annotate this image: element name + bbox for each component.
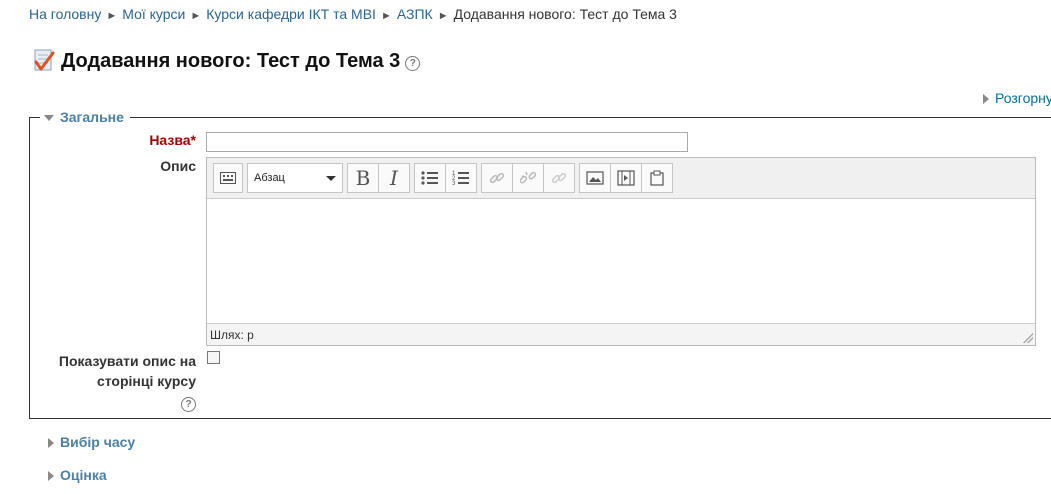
link-button[interactable]: [481, 163, 513, 193]
breadcrumb-current: Додавання нового: Тест до Тема 3: [453, 6, 677, 22]
breadcrumb: На головну ► Мої курси ► Курси кафедри ІКТ т…: [29, 6, 677, 22]
breadcrumb-separator: ►: [190, 10, 202, 22]
name-label-text: Назва: [149, 132, 191, 148]
breadcrumb-my-courses[interactable]: Мої курси: [122, 6, 185, 22]
format-select-value: Абзац: [254, 172, 285, 184]
ordered-list-button[interactable]: 123: [445, 163, 477, 193]
insert-media-button[interactable]: [610, 163, 642, 193]
general-legend[interactable]: Загальне: [40, 109, 130, 125]
unlink-icon: [520, 171, 536, 184]
film-icon: [617, 170, 635, 186]
section-timing[interactable]: Вибір часу: [48, 434, 135, 450]
numbered-list-icon: 123: [452, 171, 469, 186]
show-description-label: Показувати опис на сторінці курсу ?: [40, 351, 196, 412]
bullet-list-icon: [421, 171, 438, 185]
quiz-icon: [33, 47, 55, 76]
editor-toolbar: Абзац B I 123: [207, 158, 1035, 199]
insert-image-button[interactable]: [579, 163, 611, 193]
show-description-checkbox[interactable]: [207, 351, 220, 364]
section-timing-label: Вибір часу: [60, 434, 136, 450]
description-editor: Абзац B I 123 Шлях: p: [206, 157, 1036, 346]
name-label: Назва*: [140, 132, 196, 148]
chevron-down-icon: [326, 175, 336, 181]
help-icon[interactable]: ?: [405, 56, 421, 71]
clipboard-icon: [650, 170, 664, 186]
show-description-label-line2: сторінці курсу: [96, 373, 196, 389]
breadcrumb-course[interactable]: АЗПК: [397, 6, 433, 22]
editor-path: Шлях: p: [210, 328, 254, 342]
manage-files-button[interactable]: [641, 163, 673, 193]
bold-button[interactable]: B: [347, 163, 379, 193]
description-label: Опис: [160, 158, 196, 174]
bold-icon: B: [355, 166, 371, 190]
format-select[interactable]: Абзац: [247, 163, 343, 193]
breadcrumb-separator: ►: [380, 10, 392, 22]
breadcrumb-separator: ►: [106, 10, 118, 22]
general-legend-label: Загальне: [60, 109, 124, 125]
italic-button[interactable]: I: [378, 163, 410, 193]
unordered-list-button[interactable]: [414, 163, 446, 193]
italic-icon: I: [390, 166, 398, 190]
expand-all-label: Розгорну: [995, 90, 1051, 106]
image-icon: [586, 171, 604, 185]
help-icon[interactable]: ?: [181, 397, 196, 412]
keyboard-icon: [220, 172, 236, 184]
link-icon: [489, 172, 505, 184]
expand-arrow-icon: [48, 471, 54, 482]
breadcrumb-department-courses[interactable]: Курси кафедри ІКТ та МВІ: [206, 6, 376, 22]
collapse-arrow-icon: [44, 115, 54, 122]
unlink-button[interactable]: [512, 163, 544, 193]
page-title: Додавання нового: Тест до Тема 3: [61, 50, 401, 72]
expand-arrow-icon: [983, 94, 989, 105]
show-description-label-line1: Показувати опис на: [58, 353, 196, 369]
expand-all-link[interactable]: Розгорну: [983, 90, 1051, 106]
required-mark: *: [190, 132, 196, 148]
svg-text:3: 3: [452, 181, 456, 186]
section-grade[interactable]: Оцінка: [48, 467, 107, 483]
breadcrumb-separator: ►: [437, 10, 449, 22]
page-header: Додавання нового: Тест до Тема 3 ?: [33, 47, 421, 76]
resize-handle-icon[interactable]: [1023, 333, 1033, 343]
breadcrumb-home[interactable]: На головну: [29, 6, 101, 22]
section-grade-label: Оцінка: [60, 467, 107, 483]
editor-content-area[interactable]: [207, 199, 1035, 324]
anchor-button[interactable]: [543, 163, 575, 193]
anchor-icon: [551, 172, 567, 184]
expand-arrow-icon: [48, 438, 54, 449]
name-input[interactable]: [206, 132, 688, 152]
toolbar-toggle-button[interactable]: [213, 163, 243, 193]
